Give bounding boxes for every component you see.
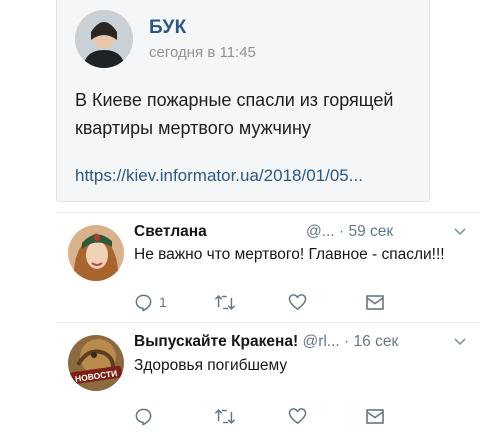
reply-action[interactable] (134, 405, 159, 427)
user-name[interactable]: Выпускайте Кракена! (134, 333, 298, 350)
divider (56, 212, 480, 213)
reply-count: 1 (159, 294, 167, 310)
divider (56, 322, 480, 323)
like-action[interactable] (288, 291, 313, 313)
retweet-action[interactable] (214, 405, 242, 427)
post-text: В Киеве пожарные спасли из горящей кварт… (75, 90, 394, 138)
reply-header: Светлана @... · 59 сек (134, 223, 466, 243)
avatar[interactable]: НОВОСТИ (68, 335, 124, 391)
dm-action[interactable] (366, 291, 384, 313)
author-name[interactable]: БУК (149, 17, 187, 39)
author-photo-icon (75, 10, 133, 68)
reply-text: Здоровья погибшему (134, 357, 288, 374)
user-handle[interactable]: @rl... (302, 333, 339, 350)
quoted-post-card[interactable]: БУК сегодня в 11:45 В Киеве пожарные спа… (56, 0, 430, 202)
reply-action[interactable]: 1 (134, 291, 167, 313)
user-handle[interactable]: @... (306, 223, 335, 240)
comment-bubble-icon (135, 294, 152, 311)
reply-item[interactable]: НОВОСТИ Выпускайте Кракена! @rl... · 16 … (0, 333, 480, 438)
heart-icon (288, 294, 307, 310)
envelope-icon (366, 294, 384, 310)
envelope-icon (366, 408, 384, 424)
avatar[interactable] (68, 225, 124, 281)
user-name[interactable]: Светлана (134, 223, 207, 240)
timestamp[interactable]: 16 сек (354, 333, 399, 350)
retweet-icon (214, 294, 236, 310)
timestamp[interactable]: 59 сек (348, 223, 393, 240)
author-avatar[interactable] (75, 10, 133, 68)
retweet-icon (214, 408, 236, 424)
retweet-action[interactable] (214, 291, 242, 313)
like-action[interactable] (288, 405, 313, 427)
chevron-down-icon[interactable] (454, 228, 466, 236)
reply-item[interactable]: Светлана @... · 59 сек Не важно что мерт… (0, 223, 480, 323)
action-bar: 1 (134, 291, 394, 315)
chevron-down-icon[interactable] (454, 338, 466, 346)
action-bar (134, 405, 394, 429)
comment-bubble-icon (135, 408, 152, 425)
reply-text: Не важно что мертвого! Главное - спасли!… (134, 246, 445, 263)
reply-header: Выпускайте Кракена! @rl... · 16 сек (134, 333, 466, 353)
dm-action[interactable] (366, 405, 384, 427)
separator-dot: · (338, 223, 345, 240)
avatar-kraken-icon: НОВОСТИ (68, 335, 124, 391)
meta: @... · 59 сек (306, 223, 393, 241)
avatar-woman-icon (68, 225, 124, 281)
post-link[interactable]: https://kiev.informator.ua/2018/01/05... (75, 166, 363, 186)
heart-icon (288, 408, 307, 424)
separator-dot: · (344, 333, 350, 350)
post-time: сегодня в 11:45 (149, 44, 256, 61)
